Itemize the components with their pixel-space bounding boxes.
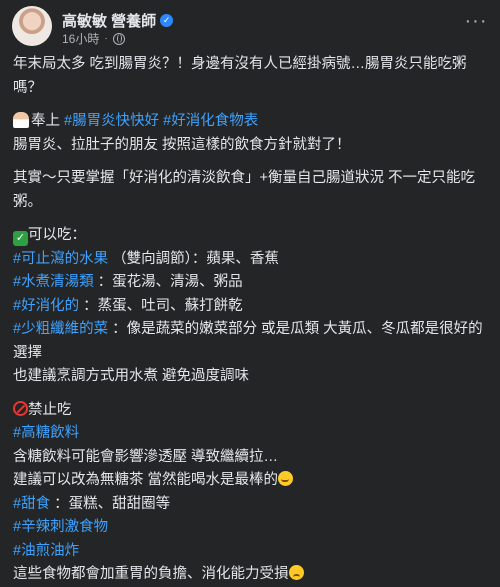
hashtag-link[interactable]: #水煮清湯類 <box>13 274 94 290</box>
post-line: 年末局太多 吃到腸胃炎？！身邊有沒有人已經掛病號…腸胃炎只能吃粥嗎？ <box>13 56 467 96</box>
post-line: 也建議烹調方式用水煮 避免過度調味 <box>13 368 250 384</box>
meta-separator: · <box>104 33 108 44</box>
post-line: ✓ 可以吃： <box>13 224 490 248</box>
post-header: 高敏敏 營養師 ✓ 16小時 · ··· <box>12 4 488 48</box>
post-line: #好消化的 ：蒸蛋、吐司、蘇打餅乾 <box>13 297 243 314</box>
post-line: #少粗纖維的菜 ：像是蔬菜的嫩菜部分 或是瓜類 大黃瓜、冬瓜都是很好的選擇 <box>13 321 483 361</box>
post-meta: 16小時 · <box>62 30 125 47</box>
prohibited-emoji-icon <box>13 400 28 416</box>
smiling-emoji-icon <box>278 471 294 486</box>
post-content: 年末局太多 吃到腸胃炎？！身邊有沒有人已經掛病號…腸胃炎只能吃粥嗎？ 奉上 #腸… <box>13 53 490 587</box>
hashtag-link[interactable]: #甜食 <box>13 496 50 512</box>
post-line: 奉上 #腸胃炎快快好 #好消化食物表 <box>13 110 490 134</box>
author-avatar[interactable] <box>12 6 52 46</box>
hashtag-link[interactable]: #可止瀉的水果 <box>13 251 108 267</box>
author-name-row: 高敏敏 營養師 ✓ <box>62 10 174 31</box>
post-line: 含糖飲料可能會影響滲透壓 導致繼續拉… <box>13 448 279 465</box>
sad-emoji-icon <box>288 565 304 580</box>
hashtag-link[interactable]: #油煎油炸 <box>13 543 79 559</box>
check-mark-emoji-icon: ✓ <box>13 231 28 246</box>
author-name[interactable]: 高敏敏 營養師 <box>62 10 156 31</box>
post-time[interactable]: 16小時 <box>62 30 99 47</box>
doctor-emoji-icon <box>13 112 29 128</box>
hashtag-link[interactable]: #高糖飲料 <box>13 425 79 441</box>
more-options-icon[interactable]: ··· <box>464 11 488 34</box>
post-line: #水煮清湯類 ：蛋花湯、清湯、粥品 <box>13 274 243 290</box>
post-line: 建議可以改為無糖茶 當然能喝水是最棒的 <box>13 469 490 493</box>
facebook-post: 高敏敏 營養師 ✓ 16小時 · ··· 年末局太多 吃到腸胃炎？！身邊有沒有人… <box>0 0 500 582</box>
post-line: 這些食物都會加重胃的負擔、消化能力受損 <box>13 563 490 587</box>
post-line: 其實～只要掌握「好消化的清淡飲食」+衡量自己腸道狀況 不一定只能吃粥。 <box>13 170 475 210</box>
post-line: 腸胃炎、拉肚子的朋友 按照這樣的飲食方針就對了！ <box>13 136 351 153</box>
post-line: #高糖飲料 <box>13 422 490 446</box>
post-line: #甜食 ：蛋糕、甜甜圈等 <box>13 495 171 512</box>
post-line: #油煎油炸 <box>13 540 490 564</box>
post-line: #辛辣刺激食物 <box>13 516 490 540</box>
post-line: #可止瀉的水果 （雙向調節）：蘋果、香蕉 <box>13 250 279 267</box>
hashtag-link[interactable]: #好消化的 <box>13 298 79 314</box>
hashtag-link[interactable]: #腸胃炎快快好 <box>64 113 159 129</box>
hashtag-link[interactable]: #好消化食物表 <box>163 113 258 129</box>
post-line: 禁止吃 <box>13 399 490 423</box>
globe-icon[interactable] <box>112 32 125 45</box>
verified-badge-icon: ✓ <box>160 14 174 27</box>
hashtag-link[interactable]: #辛辣刺激食物 <box>13 519 108 535</box>
hashtag-link[interactable]: #少粗纖維的菜 <box>13 321 108 337</box>
